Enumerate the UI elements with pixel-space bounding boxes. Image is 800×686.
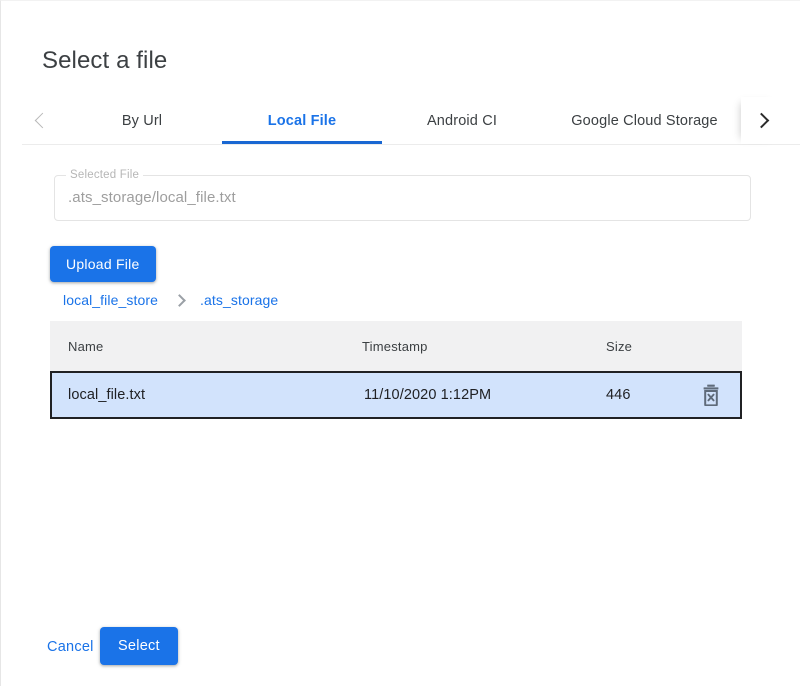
tab-list: By Url Local File Android CI Google Clou… — [62, 97, 747, 144]
column-header-timestamp: Timestamp — [362, 339, 604, 354]
file-timestamp-cell: 11/10/2020 1:12PM — [364, 387, 606, 403]
tab-scroll-right-button[interactable] — [741, 97, 781, 144]
chevron-left-icon — [34, 113, 50, 129]
upload-file-button[interactable]: Upload File — [50, 246, 156, 282]
selected-file-input[interactable]: .ats_storage/local_file.txt — [68, 189, 236, 206]
file-size-cell: 446 — [606, 387, 682, 403]
tab-local-file[interactable]: Local File — [222, 97, 382, 144]
file-table: Name Timestamp Size local_file.txt 11/10… — [50, 321, 742, 419]
breadcrumb: local_file_store .ats_storage — [63, 291, 278, 309]
delete-file-button[interactable] — [696, 380, 726, 410]
page-title: Select a file — [42, 47, 167, 75]
table-row[interactable]: local_file.txt 11/10/2020 1:12PM 446 — [50, 371, 742, 419]
cancel-button[interactable]: Cancel — [39, 629, 102, 665]
selected-file-label: Selected File — [66, 168, 143, 182]
selected-file-field[interactable]: Selected File .ats_storage/local_file.tx… — [54, 175, 751, 221]
tab-google-cloud-storage[interactable]: Google Cloud Storage — [542, 97, 747, 144]
file-actions-cell — [682, 380, 740, 410]
tab-scroll-left-button[interactable] — [22, 97, 62, 144]
delete-forever-icon — [701, 384, 721, 406]
tab-by-url[interactable]: By Url — [62, 97, 222, 144]
tab-bar: By Url Local File Android CI Google Clou… — [22, 97, 800, 145]
breadcrumb-item-ats-storage[interactable]: .ats_storage — [200, 292, 278, 308]
table-header-row: Name Timestamp Size — [50, 321, 742, 371]
column-header-name: Name — [50, 339, 362, 354]
select-button[interactable]: Select — [100, 627, 178, 665]
column-header-size: Size — [604, 339, 680, 354]
breadcrumb-item-local-file-store[interactable]: local_file_store — [63, 292, 158, 308]
select-file-dialog: Select a file By Url Local File Android … — [0, 0, 800, 686]
chevron-right-icon — [158, 296, 200, 305]
chevron-right-icon — [753, 113, 769, 129]
file-name-cell: local_file.txt — [52, 387, 364, 403]
tab-android-ci[interactable]: Android CI — [382, 97, 542, 144]
